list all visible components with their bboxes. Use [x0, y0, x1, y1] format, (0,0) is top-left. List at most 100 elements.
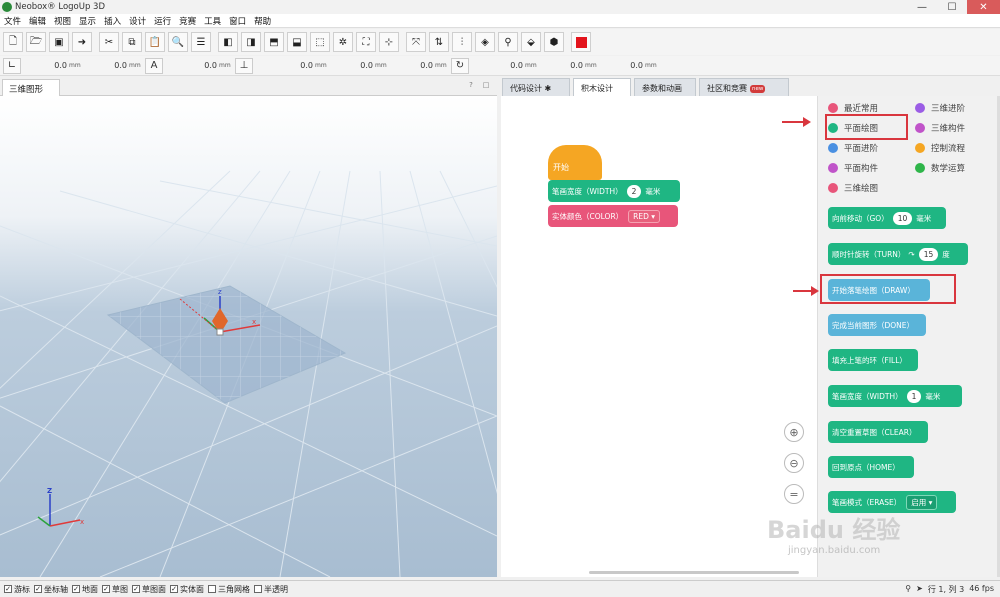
indent-icon[interactable]: ☰: [191, 32, 211, 52]
export-icon[interactable]: ➜: [72, 32, 92, 52]
check-sketch-face[interactable]: ✓ 草图面: [132, 584, 166, 595]
check-ground[interactable]: ✓ 地面: [72, 584, 98, 595]
zoom-out-icon[interactable]: ⊖: [784, 453, 804, 473]
cube-view-iso-icon[interactable]: ✲: [333, 32, 353, 52]
category-3d-drawing[interactable]: 三维绘图: [828, 182, 878, 194]
check-cursor[interactable]: ✓ 游标: [4, 584, 30, 595]
category-2d-advanced-dot: [828, 143, 838, 153]
cube-view-top-icon[interactable]: ⬚: [310, 32, 330, 52]
axis-center-icon[interactable]: ⊹: [379, 32, 399, 52]
menu-contest[interactable]: 竞赛: [175, 15, 200, 27]
check-triangle-mesh[interactable]: 三角网格: [208, 584, 250, 595]
axis-origin-icon[interactable]: ⊥: [235, 57, 253, 74]
cube-view-back-icon[interactable]: ◨: [241, 32, 261, 52]
rotate-x-value[interactable]: 0.0: [471, 59, 525, 73]
origin-y-value[interactable]: 0.0: [331, 59, 375, 73]
menu-help[interactable]: 帮助: [250, 15, 275, 27]
check-axes[interactable]: ✓ 坐标轴: [34, 584, 68, 595]
category-3d-advanced[interactable]: 三维进阶: [915, 102, 965, 114]
category-control-flow[interactable]: 控制流程: [915, 142, 965, 154]
turtle-mode-icon[interactable]: ⇅: [429, 32, 449, 52]
color-dropdown[interactable]: RED ▾: [628, 209, 661, 223]
3d-viewport[interactable]: x z Z x: [0, 96, 497, 577]
text-size-icon[interactable]: A: [145, 57, 163, 74]
menu-run[interactable]: 运行: [150, 15, 175, 27]
workspace-width-block[interactable]: 笔画宽度（WIDTH） 2 毫米: [548, 180, 680, 202]
offset-x-value[interactable]: 0.0: [23, 59, 69, 73]
tab-block-design[interactable]: 积木设计: [573, 78, 631, 96]
corner-angle-icon[interactable]: ∟: [3, 57, 21, 74]
maximize-button[interactable]: ☐: [937, 0, 967, 14]
origin-z-value[interactable]: 0.0: [391, 59, 435, 73]
pen-mode-icon[interactable]: ⫶: [452, 32, 472, 52]
fill-bucket-icon[interactable]: ◈: [475, 32, 495, 52]
copy-icon[interactable]: ⧉: [122, 32, 142, 52]
category-2d-components[interactable]: 平面构件: [828, 162, 878, 174]
start-hat-block[interactable]: 开始: [548, 145, 602, 180]
origin-x-value[interactable]: 0.0: [255, 59, 315, 73]
block-width-value[interactable]: 1: [906, 389, 922, 403]
expand-icon[interactable]: ⤧: [406, 32, 426, 52]
block-turn[interactable]: 顺时针旋转（TURN） ↷ 15 度: [828, 243, 968, 265]
block-home[interactable]: 回到原点（HOME）: [828, 456, 914, 478]
block-go[interactable]: 向前移动（GO） 10 毫米: [828, 207, 946, 229]
new-file-icon[interactable]: 🗋: [3, 32, 23, 52]
check-translucent-label: 半透明: [264, 584, 288, 594]
tab-params-animation[interactable]: 参数和动画: [634, 78, 696, 96]
find-icon[interactable]: 🔍: [168, 32, 188, 52]
help-icon[interactable]: ?: [466, 81, 476, 91]
category-math[interactable]: 数学运算: [915, 162, 965, 174]
horizontal-scrollbar[interactable]: [589, 571, 799, 574]
workspace-color-block[interactable]: 实体颜色（COLOR） RED ▾: [548, 205, 678, 227]
cube-solid-icon[interactable]: ⬢: [544, 32, 564, 52]
width-block-value[interactable]: 2: [626, 184, 642, 198]
check-sketch[interactable]: ✓ 草图: [102, 584, 128, 595]
cut-icon[interactable]: ✂: [99, 32, 119, 52]
text-size-value[interactable]: 0.0: [165, 59, 219, 73]
location-pin-icon[interactable]: ⚲: [498, 32, 518, 52]
watermark-url: jingyan.baidu.com: [788, 545, 881, 556]
block-clear[interactable]: 清空重置草图（CLEAR）: [828, 421, 928, 443]
save-icon[interactable]: ▣: [49, 32, 69, 52]
cube-view-right-icon[interactable]: ⬓: [287, 32, 307, 52]
block-width[interactable]: 笔画宽度（WIDTH） 1 毫米: [828, 385, 962, 407]
tab-3d-graphics[interactable]: 三维图形: [2, 79, 60, 96]
cube-view-front-icon[interactable]: ◧: [218, 32, 238, 52]
block-fill[interactable]: 填充上笔的环（FILL）: [828, 349, 918, 371]
rotate-icon[interactable]: ↻: [451, 57, 469, 74]
rotate-y-value[interactable]: 0.0: [541, 59, 585, 73]
zoom-reset-icon[interactable]: =: [784, 484, 804, 504]
cube-view-left-icon[interactable]: ⬒: [264, 32, 284, 52]
zoom-in-icon[interactable]: ⊕: [784, 422, 804, 442]
paste-icon[interactable]: 📋: [145, 32, 165, 52]
tab-community[interactable]: 社区和竞赛 new: [699, 78, 789, 96]
menu-file[interactable]: 文件: [0, 15, 25, 27]
block-go-value[interactable]: 10: [892, 211, 913, 225]
menu-design[interactable]: 设计: [125, 15, 150, 27]
highlight-arrow-1: [782, 117, 811, 127]
erase-dropdown[interactable]: 启用 ▾: [906, 494, 938, 510]
menu-window[interactable]: 窗口: [225, 15, 250, 27]
category-3d-components[interactable]: 三维构件: [915, 122, 965, 134]
minimize-button[interactable]: —: [907, 0, 937, 14]
fit-view-icon[interactable]: ⛶: [356, 32, 376, 52]
check-solid-face[interactable]: ✓ 实体面: [170, 584, 204, 595]
offset-y-value[interactable]: 0.0: [85, 59, 129, 73]
menu-display[interactable]: 显示: [75, 15, 100, 27]
check-translucent[interactable]: 半透明: [254, 584, 288, 595]
block-done[interactable]: 完成当前图形（DONE）: [828, 314, 926, 336]
stop-icon[interactable]: [571, 32, 591, 52]
menu-view[interactable]: 视图: [50, 15, 75, 27]
cube-export-icon[interactable]: ⬙: [521, 32, 541, 52]
menu-insert[interactable]: 插入: [100, 15, 125, 27]
rotate-z-value[interactable]: 0.0: [601, 59, 645, 73]
restore-panel-icon[interactable]: □: [481, 81, 491, 91]
category-recent[interactable]: 最近常用: [828, 102, 878, 114]
close-button[interactable]: ✕: [967, 0, 1000, 14]
menu-tools[interactable]: 工具: [200, 15, 225, 27]
tab-code-design[interactable]: 代码设计 ✱: [502, 78, 570, 96]
open-folder-icon[interactable]: 🗁: [26, 32, 46, 52]
category-2d-advanced[interactable]: 平面进阶: [828, 142, 878, 154]
menu-edit[interactable]: 编辑: [25, 15, 50, 27]
block-turn-value[interactable]: 15: [918, 247, 939, 261]
